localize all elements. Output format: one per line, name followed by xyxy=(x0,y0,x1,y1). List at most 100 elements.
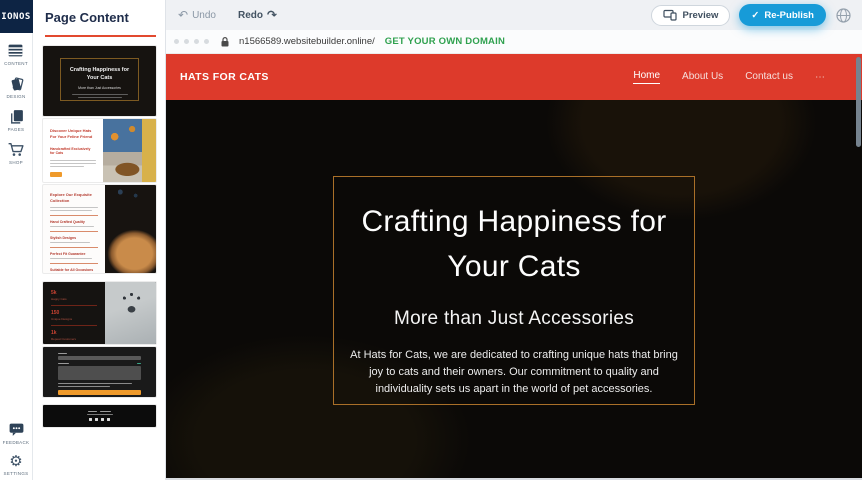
browser-dot xyxy=(174,39,179,44)
shop-cart-icon xyxy=(7,141,25,158)
form-submit-button-placeholder xyxy=(58,390,141,395)
text-placeholder-line xyxy=(58,383,132,384)
redo-label: Redo xyxy=(238,10,263,21)
thumbnail-discover-section[interactable]: Discover Unique Hats For Your Feline Fri… xyxy=(43,119,156,182)
thumbnail-contact-form-section[interactable] xyxy=(43,347,156,397)
sidebar-item-content[interactable]: CONTENT xyxy=(4,42,28,66)
page-content-panel: Page Content Crafting Happiness for Your… xyxy=(33,0,166,480)
hero-body-text[interactable]: At Hats for Cats, we are dedicated to cr… xyxy=(348,347,680,398)
form-label-placeholder xyxy=(58,363,69,364)
divider xyxy=(50,247,98,248)
thumbnail-discover-text: Discover Unique Hats For Your Feline Fri… xyxy=(43,119,103,182)
form-label-placeholder xyxy=(58,353,67,354)
footer-link-placeholder xyxy=(88,411,97,412)
stat-label: Happy Cats xyxy=(51,297,97,301)
thumbnail-stats-text: 5k Happy Cats 150 Unique Designs 1k Repe… xyxy=(43,282,105,344)
undo-icon: ↶ xyxy=(178,10,188,20)
thumbnail-cta-button xyxy=(50,172,62,177)
form-input-placeholder xyxy=(58,356,141,360)
thumbnail-hero-section[interactable]: Crafting Happiness for Your Cats More th… xyxy=(43,46,156,116)
thumbnail-street-cat-photo xyxy=(103,119,156,182)
preview-scrollbar-thumb[interactable] xyxy=(856,57,861,147)
sidebar-item-label: SHOP xyxy=(9,160,23,165)
republish-button[interactable]: ✓ Re-Publish xyxy=(739,4,826,26)
hero-framed-box[interactable]: Crafting Happiness for Your Cats More th… xyxy=(333,176,695,405)
text-placeholder-line xyxy=(50,160,96,161)
thumbnail-collection-item: Stylish Designs xyxy=(50,236,98,240)
sidebar-item-shop[interactable]: SHOP xyxy=(7,141,25,165)
sidebar-item-feedback[interactable]: FEEDBACK xyxy=(3,421,30,445)
thumbnail-collection-heading: Explore Our Exquisite Collection xyxy=(50,192,98,204)
website-builder-app: IONOS CONTENT DESIGN PAGES SHOP xyxy=(0,0,862,480)
panel-title: Page Content xyxy=(45,10,165,25)
thumbnail-collection-text: Explore Our Exquisite Collection Hand Cr… xyxy=(43,185,105,273)
sidebar-item-design[interactable]: DESIGN xyxy=(6,75,25,99)
social-icon-placeholder xyxy=(101,418,104,421)
sidebar-item-pages[interactable]: PAGES xyxy=(8,108,25,132)
sidebar-item-label: SETTINGS xyxy=(4,471,29,476)
hero-title[interactable]: Crafting Happiness for Your Cats xyxy=(344,199,684,289)
sidebar-item-settings[interactable]: ⚙ SETTINGS xyxy=(4,454,29,476)
text-placeholder-line xyxy=(50,166,84,167)
feedback-bubble-icon xyxy=(8,421,25,438)
thumbnail-paw-print-photo xyxy=(105,282,156,344)
toolbar-right-group: Preview ✓ Re-Publish xyxy=(651,4,852,26)
preview-button[interactable]: Preview xyxy=(651,5,730,26)
hero-subtitle[interactable]: More than Just Accessories xyxy=(394,308,634,330)
stat-value: 1k xyxy=(51,330,97,336)
redo-icon: ↷ xyxy=(267,10,277,20)
site-header: HATS FOR CATS Home About Us Contact us ⋯ xyxy=(166,54,862,100)
divider xyxy=(50,215,98,216)
thumbnail-tabby-cat-photo xyxy=(105,185,156,273)
browser-dot xyxy=(184,39,189,44)
sidebar-item-label: FEEDBACK xyxy=(3,440,30,445)
settings-gear-icon: ⚙ xyxy=(9,454,22,469)
site-nav: Home About Us Contact us ⋯ xyxy=(633,70,826,84)
redo-button[interactable]: Redo ↷ xyxy=(238,10,277,21)
thumbnail-hero-subtitle: More than Just Accessories xyxy=(78,86,121,90)
sidebar-bottom: FEEDBACK ⚙ SETTINGS xyxy=(3,412,30,480)
nav-item-home[interactable]: Home xyxy=(633,70,660,84)
undo-label: Undo xyxy=(192,10,216,21)
thumbnail-collection-item: Perfect Fit Guarantee xyxy=(50,252,98,256)
content-icon xyxy=(7,42,24,59)
thumbnail-collection-section[interactable]: Explore Our Exquisite Collection Hand Cr… xyxy=(43,185,156,273)
pages-icon xyxy=(8,108,25,125)
nav-item-about[interactable]: About Us xyxy=(682,71,723,84)
text-placeholder-line xyxy=(50,163,96,164)
lock-icon xyxy=(220,36,230,48)
globe-language-icon[interactable] xyxy=(835,7,852,24)
republish-label: Re-Publish xyxy=(764,10,814,21)
form-accent-mark xyxy=(137,363,141,364)
form-textarea-placeholder xyxy=(58,366,141,380)
footer-link-placeholder xyxy=(100,411,111,412)
preview-label: Preview xyxy=(682,10,718,21)
site-url[interactable]: n1566589.websitebuilder.online/ xyxy=(239,36,375,47)
sidebar-item-label: DESIGN xyxy=(6,94,25,99)
text-placeholder-line xyxy=(50,258,92,259)
nav-item-contact[interactable]: Contact us xyxy=(745,71,793,84)
design-icon xyxy=(8,75,25,92)
thumbnail-footer-section[interactable] xyxy=(43,405,156,427)
divider xyxy=(50,263,98,264)
text-placeholder-line xyxy=(50,210,92,211)
social-icon-placeholder xyxy=(95,418,98,421)
browser-dot xyxy=(204,39,209,44)
divider xyxy=(51,305,97,306)
stat-value: 150 xyxy=(51,310,97,316)
nav-more-ellipsis-icon[interactable]: ⋯ xyxy=(815,72,826,83)
site-brand[interactable]: HATS FOR CATS xyxy=(180,71,269,83)
devices-preview-icon xyxy=(663,9,677,21)
undo-button[interactable]: ↶ Undo xyxy=(178,10,216,21)
text-placeholder-line xyxy=(87,414,113,415)
thumbnail-hero-frame: Crafting Happiness for Your Cats More th… xyxy=(60,58,139,101)
thumbnail-collection-item: Suitable for All Occasions xyxy=(50,268,98,272)
text-placeholder-line xyxy=(72,94,128,95)
stat-value: 5k xyxy=(51,290,97,296)
ionos-logo[interactable]: IONOS xyxy=(0,0,33,33)
get-domain-link[interactable]: GET YOUR OWN DOMAIN xyxy=(385,36,505,47)
editor-workspace: ↶ Undo Redo ↷ Preview ✓ Re-Publish xyxy=(166,0,862,480)
thumbnail-stats-section[interactable]: 5k Happy Cats 150 Unique Designs 1k Repe… xyxy=(43,282,156,344)
sidebar-rail: IONOS CONTENT DESIGN PAGES SHOP xyxy=(0,0,33,480)
divider xyxy=(50,231,98,232)
